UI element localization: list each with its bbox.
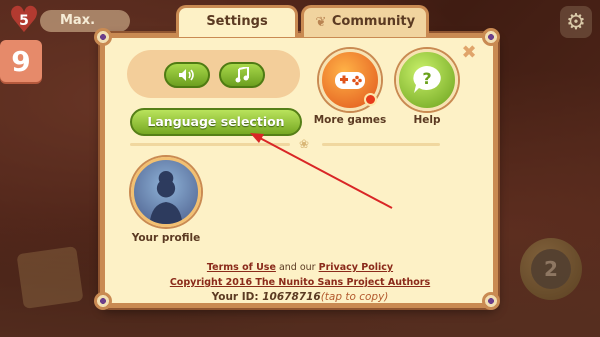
terms-of-use-link[interactable]: Terms of Use — [207, 262, 276, 273]
question-bubble-icon: ? — [413, 66, 441, 93]
privacy-policy-link[interactable]: Privacy Policy — [319, 262, 393, 273]
gamepad-icon — [335, 72, 365, 89]
tab-settings[interactable]: Settings — [176, 5, 298, 37]
music-note-icon — [235, 67, 249, 83]
close-icon[interactable]: ✖ — [460, 44, 478, 62]
legal-links: Terms of Use and our Privacy Policy — [140, 262, 460, 273]
copyright-text[interactable]: Copyright 2016 The Nunito Sans Project A… — [170, 277, 430, 288]
and-our-text: and our — [278, 262, 316, 273]
user-id-line[interactable]: Your ID: 10678716(tap to copy) — [140, 291, 460, 303]
divider-ornament-icon: ❀ — [298, 137, 310, 151]
divider — [130, 143, 290, 146]
lives-count: 5 — [19, 13, 29, 29]
help-label: Help — [413, 114, 441, 126]
notification-badge — [364, 93, 377, 106]
user-id-prefix: Your ID: — [211, 291, 259, 303]
language-selection-button[interactable]: Language selection — [130, 108, 302, 136]
avatar-silhouette-icon — [149, 170, 183, 224]
lives-status: Max. — [40, 10, 130, 32]
sound-toggle-button[interactable] — [164, 62, 210, 88]
community-icon: ❦ — [315, 15, 327, 30]
svg-text:?: ? — [422, 69, 431, 88]
audio-controls — [127, 50, 300, 98]
help-button[interactable]: ? — [396, 49, 458, 111]
corner-ornament — [482, 292, 500, 310]
corner-ornament — [482, 28, 500, 46]
level-badge[interactable]: 9 — [0, 40, 42, 82]
speaker-icon — [179, 69, 194, 81]
more-games-label: More games — [313, 114, 387, 126]
tap-to-copy-hint: (tap to copy) — [320, 291, 389, 303]
tab-community-label: Community — [331, 14, 416, 29]
music-toggle-button[interactable] — [219, 62, 265, 88]
gear-icon[interactable]: ⚙ — [560, 6, 592, 38]
lives-heart-icon[interactable]: 5 — [6, 6, 42, 36]
corner-ornament — [94, 292, 112, 310]
copyright-line: Copyright 2016 The Nunito Sans Project A… — [140, 277, 460, 288]
corner-ornament — [94, 28, 112, 46]
user-id-value: 10678716 — [262, 291, 321, 303]
divider — [322, 143, 440, 146]
profile-label: Your profile — [131, 232, 201, 244]
tab-community[interactable]: ❦ Community — [301, 5, 429, 37]
profile-avatar-button[interactable] — [131, 157, 201, 227]
